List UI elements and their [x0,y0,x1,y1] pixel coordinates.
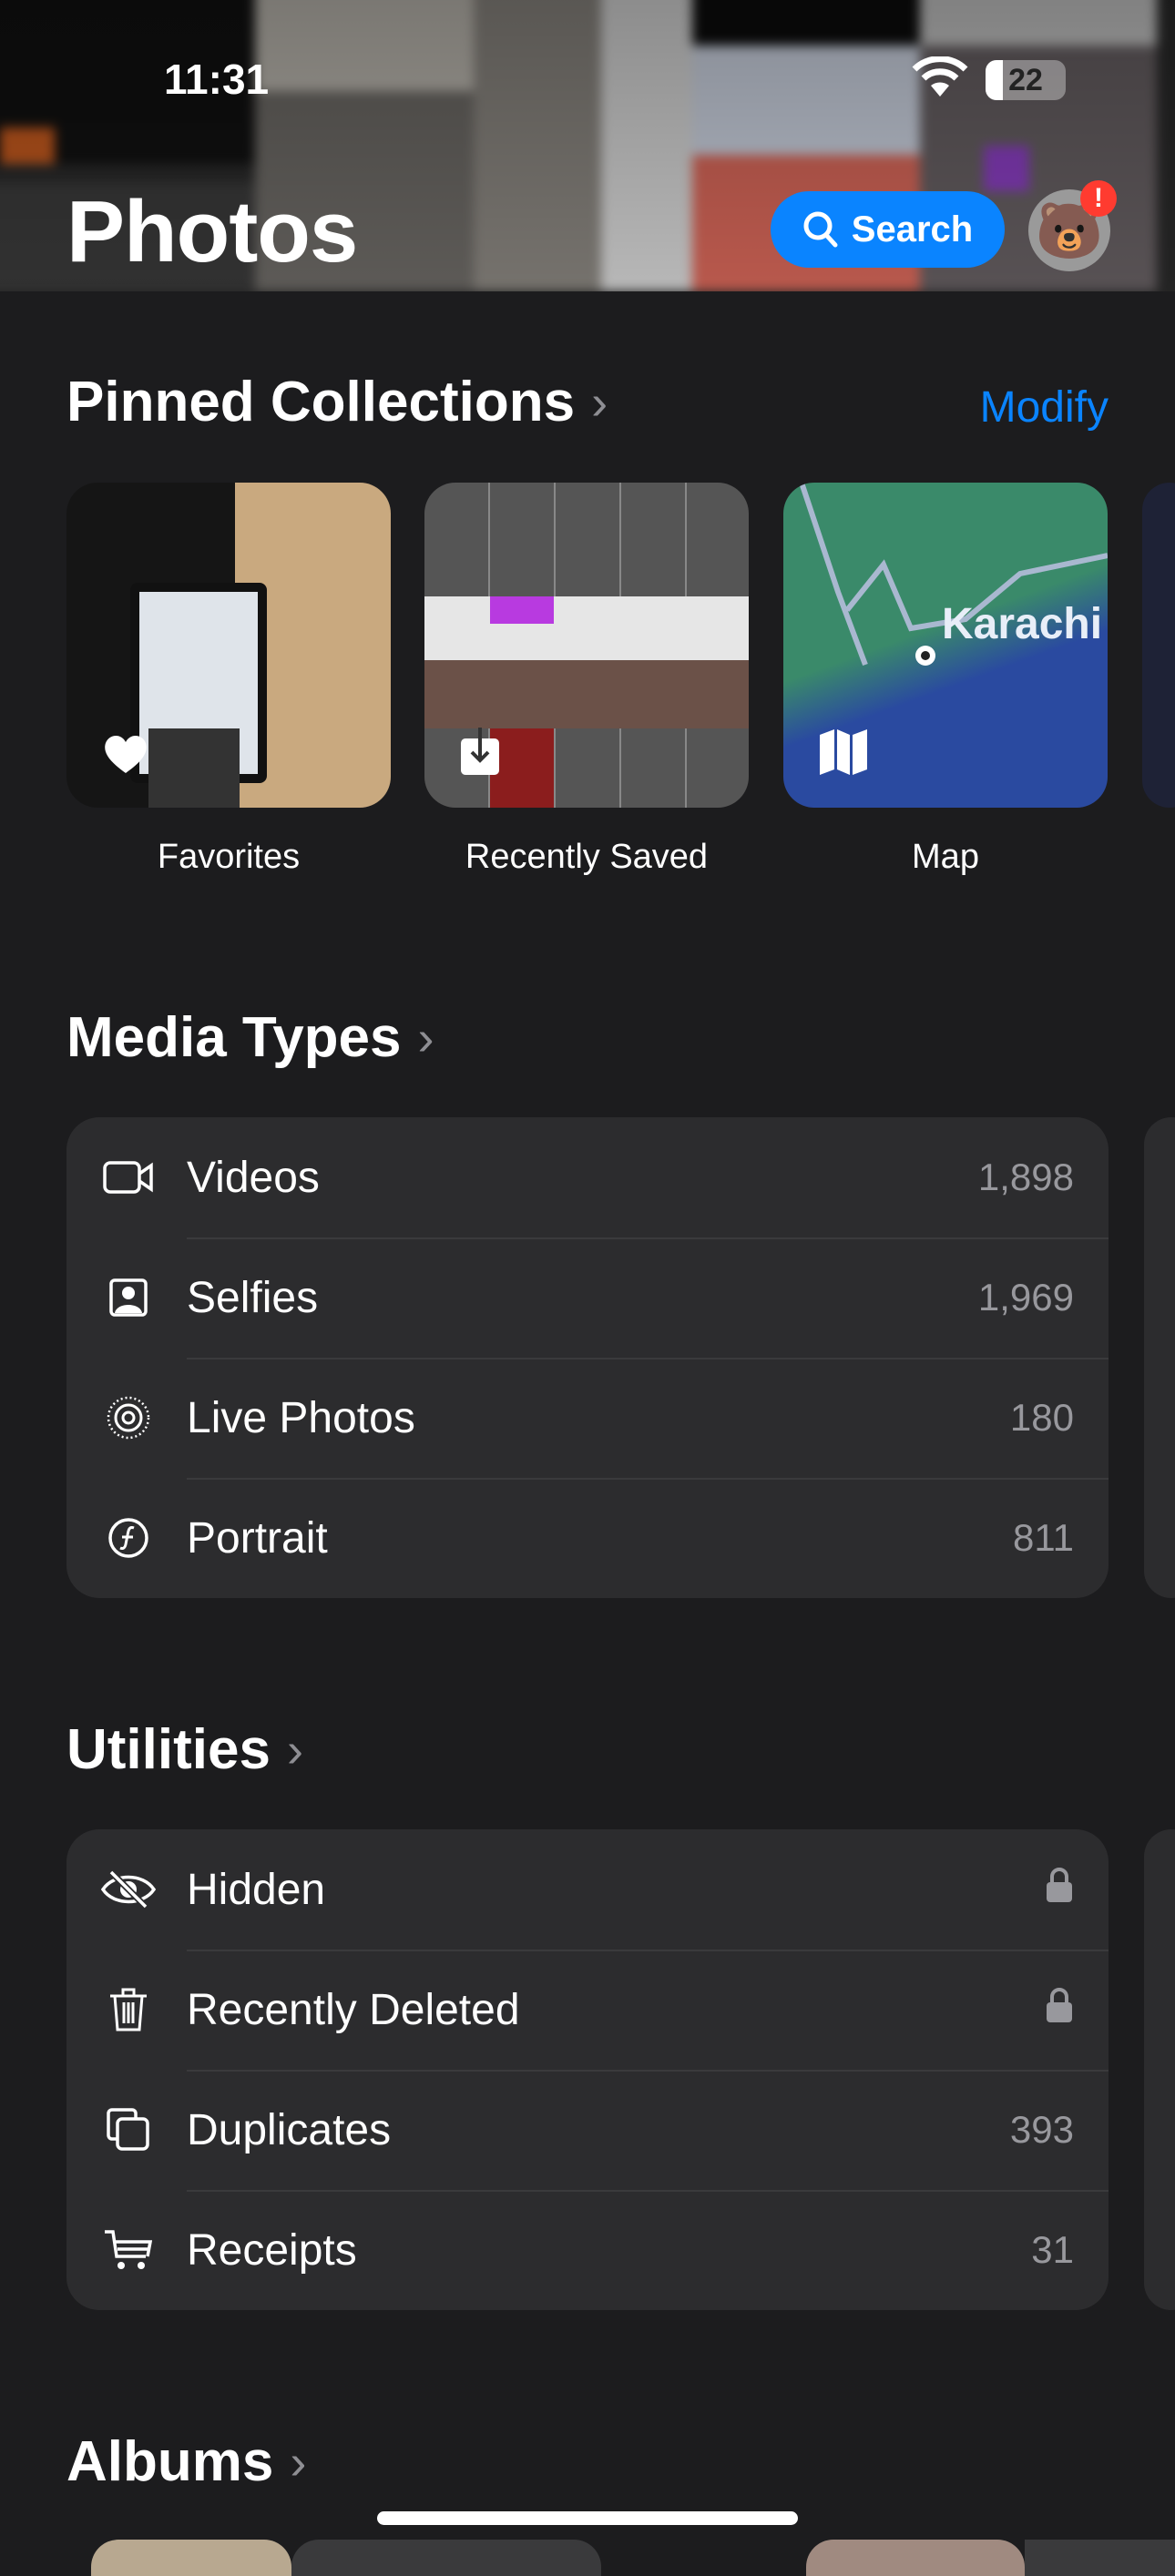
media-types-list: Videos 1,898 Selfies 1,969 Live Photos 1… [66,1117,1109,1598]
albums-header[interactable]: Albums › [66,2429,306,2494]
modify-button[interactable]: Modify [980,382,1109,433]
album-thumbnail[interactable] [806,2540,1025,2576]
list-item-duplicates[interactable]: Duplicates 393 [66,2070,1109,2190]
live-photo-icon [107,1396,150,1440]
chevron-right-icon: › [591,374,608,430]
album-thumbnail[interactable] [91,2540,291,2576]
list-item-portrait[interactable]: Portrait 811 [66,1478,1109,1598]
lock-icon [1045,1867,1074,1912]
heart-icon [105,735,147,773]
alert-badge: ! [1080,180,1117,217]
album-thumbnail[interactable] [291,2540,601,2576]
item-label: Hidden [187,1865,326,1914]
battery-level: 22 [1008,63,1043,97]
tile-map[interactable]: Karachi [783,483,1108,808]
item-count: 180 [1009,1396,1074,1439]
trash-icon [110,1988,147,2031]
wifi-icon [912,56,968,97]
portrait-icon [108,1518,148,1558]
item-count: 811 [1013,1516,1074,1559]
eye-slash-icon [100,1870,157,1909]
tile-recently-saved[interactable] [424,483,749,808]
list-item-recently-deleted[interactable]: Recently Deleted [66,1950,1109,2070]
download-icon [461,728,499,775]
tile-favorites[interactable] [66,483,391,808]
lock-icon [1045,1987,1074,2032]
tile-label: Map [912,838,979,876]
list-item-selfies[interactable]: Selfies 1,969 [66,1237,1109,1358]
tile-next-peek[interactable] [1142,483,1175,808]
item-label: Receipts [187,2225,357,2275]
item-count: 1,969 [977,1276,1074,1319]
chevron-right-icon: › [417,1010,434,1065]
item-label: Live Photos [187,1393,415,1442]
utilities-header[interactable]: Utilities › [66,1717,303,1782]
chevron-right-icon: › [290,2434,307,2489]
search-icon [803,211,838,248]
item-count: 31 [1031,2228,1074,2271]
status-time: 11:31 [164,56,270,103]
next-card-peek[interactable] [1144,1117,1175,1598]
item-count: 1,898 [977,1156,1074,1198]
map-icon [820,729,867,775]
section-title: Utilities [66,1718,271,1781]
item-label: Portrait [187,1513,328,1563]
pinned-collections-header[interactable]: Pinned Collections › [66,370,608,434]
chevron-right-icon: › [286,1722,303,1777]
page-title: Photos [66,183,358,280]
section-title: Pinned Collections [66,371,576,433]
home-indicator[interactable] [377,2511,798,2525]
item-count: 393 [1009,2108,1074,2151]
utilities-list: Hidden Recently Deleted Duplicates 393 R… [66,1829,1109,2310]
item-label: Recently Deleted [187,1985,520,2034]
video-icon [103,1161,153,1194]
section-title: Albums [66,2430,274,2493]
search-button[interactable]: Search [771,191,1005,268]
duplicate-icon [107,2108,149,2151]
tile-label: Favorites [157,838,301,876]
item-label: Selfies [187,1273,319,1322]
search-label: Search [851,209,974,249]
cart-icon [105,2230,152,2269]
list-item-videos[interactable]: Videos 1,898 [66,1117,1109,1237]
tile-label: Recently Saved [465,838,709,876]
next-card-peek[interactable] [1144,1829,1175,2310]
section-title: Media Types [66,1006,402,1069]
map-place-label: Karachi [942,600,1103,648]
item-label: Videos [187,1153,320,1202]
item-label: Duplicates [187,2105,392,2154]
media-types-header[interactable]: Media Types › [66,1005,434,1070]
list-item-live-photos[interactable]: Live Photos 180 [66,1358,1109,1478]
list-item-hidden[interactable]: Hidden [66,1829,1109,1950]
album-thumbnail[interactable] [1025,2540,1175,2576]
selfie-icon [109,1278,148,1317]
list-item-receipts[interactable]: Receipts 31 [66,2190,1109,2310]
battery-indicator: 22 [986,60,1066,100]
